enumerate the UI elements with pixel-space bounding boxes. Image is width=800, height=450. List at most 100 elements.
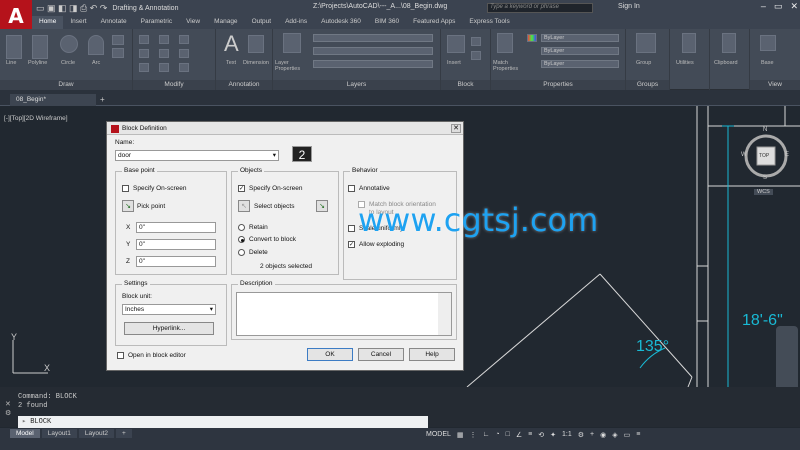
- array-icon[interactable]: [179, 63, 189, 72]
- otrack-icon[interactable]: ∠: [516, 431, 522, 439]
- rectangle-icon[interactable]: [112, 35, 124, 45]
- trim-icon[interactable]: [159, 35, 169, 44]
- panel-label-draw[interactable]: Draw: [0, 80, 132, 90]
- layer-tools-row[interactable]: [313, 47, 433, 55]
- tab-annotate[interactable]: Annotate: [94, 16, 134, 29]
- scale-icon[interactable]: [159, 63, 169, 72]
- create-block-icon[interactable]: [471, 37, 481, 46]
- tab-parametric[interactable]: Parametric: [134, 16, 179, 29]
- fillet-icon[interactable]: [179, 49, 189, 58]
- dialog-titlebar[interactable]: Block Definition ✕: [107, 122, 463, 135]
- layer-dropdown[interactable]: [313, 34, 433, 42]
- tab-bim-360[interactable]: BIM 360: [368, 16, 406, 29]
- select-objects-icon[interactable]: ↖: [238, 200, 250, 212]
- tab-output[interactable]: Output: [245, 16, 279, 29]
- allow-exploding-checkbox[interactable]: ✓: [348, 241, 355, 248]
- quick-access-icons[interactable]: ▭ ▣ ◧ ◨ ⎙ ↶ ↷: [36, 3, 107, 14]
- tab-layout1[interactable]: Layout1: [41, 429, 77, 438]
- scale-uniformly-checkbox[interactable]: [348, 225, 355, 232]
- sign-in-button[interactable]: Sign In: [618, 3, 640, 10]
- tab-layout2[interactable]: Layout2: [78, 429, 114, 438]
- panel-label-annotation[interactable]: Annotation: [216, 80, 272, 90]
- isolate-icon[interactable]: ◉: [600, 431, 606, 439]
- grid-icon[interactable]: ▦: [457, 431, 464, 439]
- command-line-icons[interactable]: ✕ ⚙: [5, 400, 11, 418]
- dialog-close-icon[interactable]: ✕: [451, 124, 461, 133]
- customize-icon[interactable]: ⚙: [5, 409, 11, 418]
- tab-view[interactable]: View: [179, 16, 207, 29]
- maximize-icon[interactable]: ▭: [774, 1, 783, 12]
- line-icon[interactable]: [6, 35, 22, 59]
- layer-tools-row-2[interactable]: [313, 60, 433, 68]
- osnap-icon[interactable]: □: [506, 431, 510, 439]
- model-space-toggle[interactable]: MODEL: [426, 431, 451, 439]
- utilities-icon[interactable]: [682, 33, 696, 53]
- copy-icon[interactable]: [139, 49, 149, 58]
- base-point-onscreen-checkbox[interactable]: [122, 185, 129, 192]
- wcs-menu[interactable]: WCS: [754, 189, 773, 195]
- linetype-dropdown[interactable]: ByLayer: [541, 60, 619, 68]
- quick-select-icon[interactable]: ↘: [316, 200, 328, 212]
- snap-icon[interactable]: ⋮: [470, 431, 477, 439]
- compass-west[interactable]: W: [741, 152, 747, 158]
- hatch-icon[interactable]: [112, 48, 124, 58]
- autocad-logo-icon[interactable]: A: [0, 0, 32, 32]
- navigation-bar[interactable]: [776, 326, 798, 387]
- chevron-down-icon[interactable]: ▾: [273, 151, 276, 159]
- lineweight-dropdown[interactable]: ByLayer: [541, 47, 619, 55]
- chevron-down-icon[interactable]: ▾: [210, 305, 213, 313]
- window-controls[interactable]: – ▭ ✕: [761, 1, 798, 12]
- edit-block-icon[interactable]: [471, 51, 481, 60]
- tab-add-ins[interactable]: Add-ins: [278, 16, 314, 29]
- insert-block-icon[interactable]: [447, 35, 465, 53]
- annotation-scale[interactable]: 1:1: [562, 431, 572, 439]
- tab-insert[interactable]: Insert: [63, 16, 93, 29]
- color-wheel-icon[interactable]: [527, 34, 537, 42]
- tab-featured-apps[interactable]: Featured Apps: [406, 16, 462, 29]
- panel-label-groups[interactable]: Groups: [626, 80, 669, 90]
- tab-home[interactable]: Home: [32, 16, 64, 29]
- erase-icon[interactable]: [179, 35, 189, 44]
- workspace-selector[interactable]: Drafting & Annotation: [112, 5, 178, 12]
- search-input[interactable]: Type a keyword or phrase: [487, 3, 593, 13]
- viewport-controls[interactable]: [-][Top][2D Wireframe]: [4, 115, 68, 122]
- color-dropdown[interactable]: ByLayer: [541, 34, 619, 42]
- close-command-icon[interactable]: ✕: [5, 400, 11, 409]
- compass-south[interactable]: S: [763, 175, 767, 181]
- block-unit-select[interactable]: Inches ▾: [122, 304, 216, 315]
- polyline-icon[interactable]: [32, 35, 48, 59]
- customization-icon[interactable]: ≡: [636, 431, 640, 439]
- clean-screen-icon[interactable]: ▭: [624, 431, 631, 439]
- pick-point-label[interactable]: Pick point: [137, 203, 165, 210]
- x-input[interactable]: 0": [136, 222, 216, 233]
- annotative-checkbox[interactable]: [348, 185, 355, 192]
- panel-label-view[interactable]: View: [750, 80, 800, 90]
- tab-manage[interactable]: Manage: [207, 16, 245, 29]
- lineweight-icon[interactable]: ≡: [528, 431, 532, 439]
- y-input[interactable]: 0": [136, 239, 216, 250]
- new-tab-icon[interactable]: +: [100, 95, 105, 104]
- hyperlink-button[interactable]: Hyperlink...: [124, 322, 214, 335]
- z-input[interactable]: 0": [136, 256, 216, 267]
- panel-label-layers[interactable]: Layers: [273, 80, 440, 90]
- compass-north[interactable]: N: [763, 127, 767, 133]
- select-objects-label[interactable]: Select objects: [254, 203, 294, 210]
- circle-icon[interactable]: [60, 35, 78, 53]
- cancel-button[interactable]: Cancel: [358, 348, 404, 361]
- document-tab[interactable]: 08_Begin*: [10, 94, 96, 106]
- viewcube[interactable]: N S W E TOP WCS: [738, 126, 794, 200]
- ok-button[interactable]: OK: [307, 348, 353, 361]
- panel-label-modify[interactable]: Modify: [133, 80, 215, 90]
- base-view-icon[interactable]: [760, 35, 776, 51]
- stretch-icon[interactable]: [139, 63, 149, 72]
- description-scrollbar[interactable]: [438, 293, 451, 335]
- match-properties-icon[interactable]: [497, 33, 513, 53]
- group-icon[interactable]: [636, 33, 656, 53]
- tab-model[interactable]: Model: [10, 429, 40, 438]
- convert-to-block-radio[interactable]: [238, 236, 245, 243]
- help-button[interactable]: Help: [409, 348, 455, 361]
- tab-express-tools[interactable]: Express Tools: [462, 16, 516, 29]
- annotation-visibility-icon[interactable]: ✦: [550, 431, 556, 439]
- name-combobox[interactable]: door ▾: [115, 150, 279, 161]
- clipboard-icon[interactable]: [722, 33, 736, 53]
